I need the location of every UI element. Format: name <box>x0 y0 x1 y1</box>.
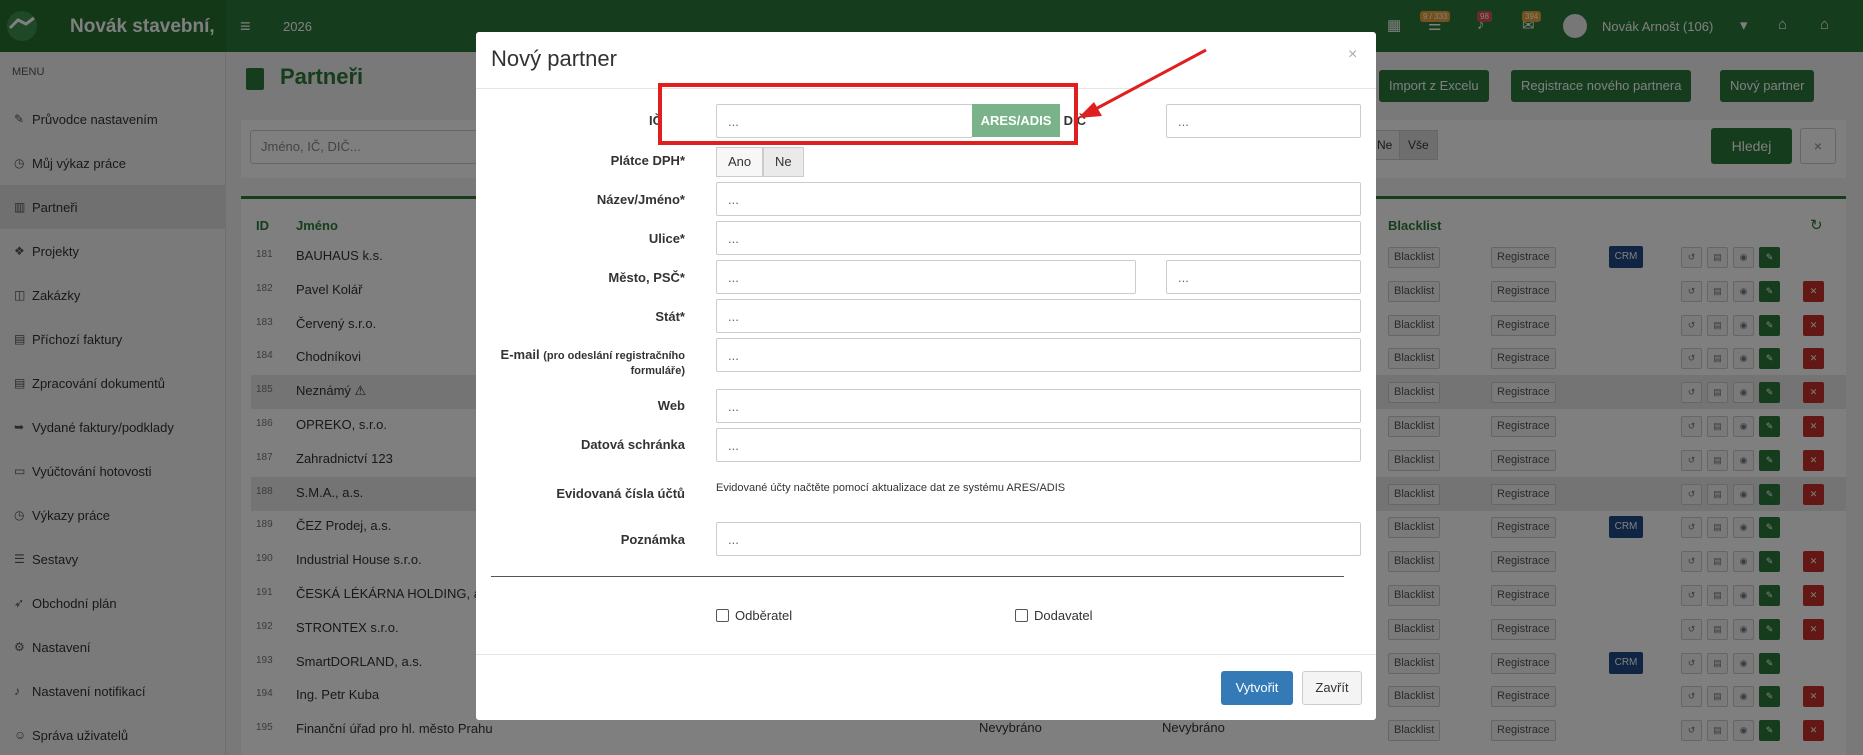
zip-input[interactable]: ... <box>1166 260 1361 294</box>
email-input[interactable]: ... <box>716 338 1361 372</box>
name-label: Název/Jméno* <box>596 192 685 207</box>
city-zip-label: Město, PSČ* <box>608 270 685 285</box>
customer-checkbox[interactable]: Odběratel <box>716 608 792 623</box>
note-label: Poznámka <box>620 532 685 547</box>
vat-payer-label: Plátce DPH* <box>610 153 685 168</box>
bank-accounts-note: Evidované účty načtěte pomocí aktualizac… <box>716 482 1066 494</box>
checkbox-icon[interactable] <box>1015 609 1028 622</box>
city-input[interactable]: ... <box>716 260 1136 294</box>
modal-divider <box>491 576 1344 577</box>
vat-no-button[interactable]: Ne <box>763 147 804 177</box>
email-label: E-mail (pro odeslání registračního formu… <box>500 347 685 377</box>
bank-accounts-label: Evidovaná čísla účtů <box>556 486 685 501</box>
create-button[interactable]: Vytvořit <box>1221 671 1293 705</box>
databox-label: Datová schránka <box>580 437 685 452</box>
vat-yes-button[interactable]: Ano <box>716 147 764 177</box>
annotation-arrow-icon <box>1078 48 1207 118</box>
close-button[interactable]: Zavřít <box>1302 671 1362 705</box>
modal-footer-divider <box>476 654 1376 655</box>
country-input[interactable]: ... <box>716 299 1361 333</box>
name-input[interactable]: ... <box>716 182 1361 216</box>
modal-title: Nový partner <box>491 46 617 71</box>
web-input[interactable]: ... <box>716 389 1361 423</box>
street-input[interactable]: ... <box>716 221 1361 255</box>
email-hint: (pro odeslání registračního formuláře) <box>543 350 685 377</box>
ic-label: IČ <box>649 113 662 128</box>
databox-input[interactable]: ... <box>716 428 1361 462</box>
street-label: Ulice* <box>648 231 685 246</box>
country-label: Stát* <box>655 309 685 324</box>
supplier-checkbox[interactable]: Dodavatel <box>1015 608 1093 623</box>
note-input[interactable]: ... <box>716 522 1361 556</box>
checkbox-icon[interactable] <box>716 609 729 622</box>
web-label: Web <box>657 398 685 413</box>
annotation-highlight-box <box>658 83 1078 145</box>
modal-close-icon[interactable]: × <box>1348 46 1357 64</box>
